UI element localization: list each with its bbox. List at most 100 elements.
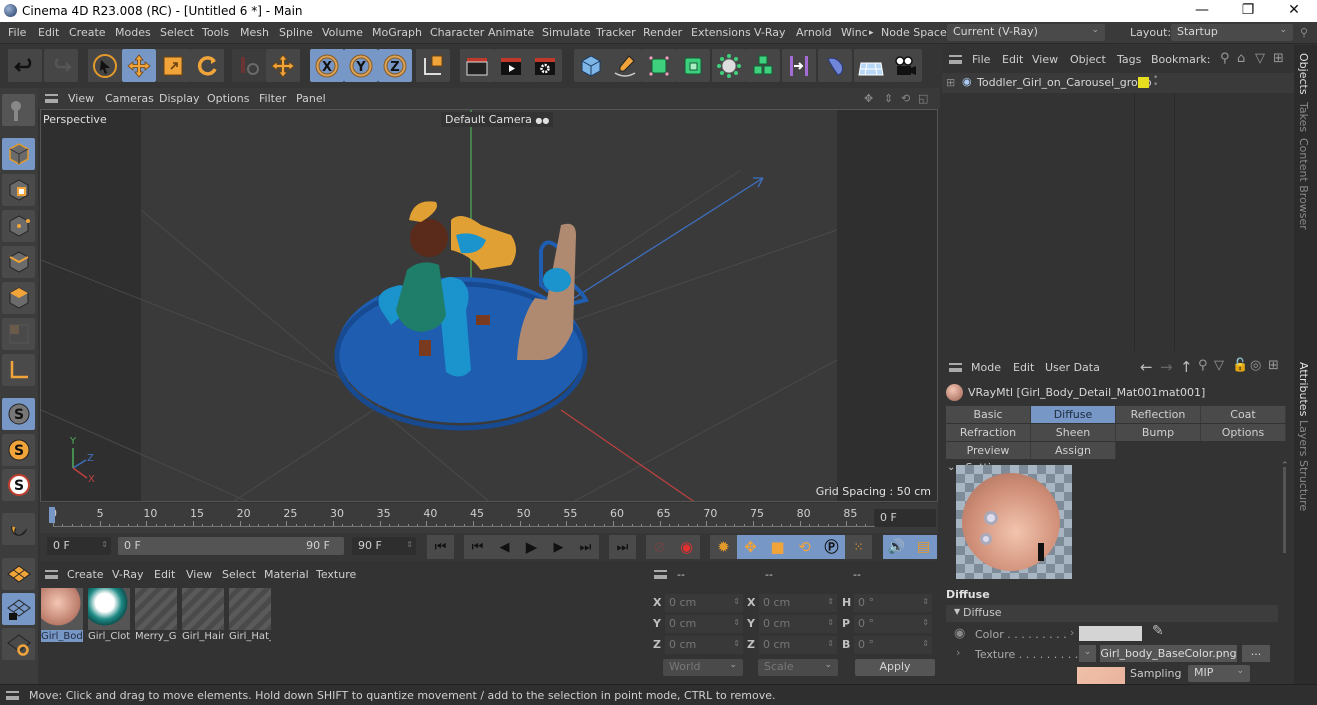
pen-button[interactable] <box>608 49 642 82</box>
attribute-scrollbar[interactable] <box>1283 467 1286 553</box>
previous-frame-button[interactable]: ◀ <box>491 535 518 559</box>
planar-workplane-button[interactable] <box>2 628 35 660</box>
coordinate-space-dropdown[interactable]: World ⌄ <box>663 659 743 676</box>
solo-off-button[interactable]: S <box>2 398 35 430</box>
object-menu-view[interactable]: View <box>1032 53 1058 66</box>
expand-color-icon[interactable]: › <box>1070 626 1074 639</box>
attribute-menu-icon[interactable] <box>949 363 962 372</box>
coord-value-field[interactable]: 0 cm ⇕ <box>665 615 743 633</box>
menu-edit[interactable]: Edit <box>38 26 59 39</box>
recent-tools-button[interactable] <box>232 49 266 82</box>
material-swatch-girl-clothes[interactable]: Girl_Clot <box>88 588 130 644</box>
play-button[interactable]: ▶ <box>518 535 545 559</box>
object-menu-tags[interactable]: Tags <box>1117 53 1141 66</box>
material-swatch-girl-hair[interactable]: Girl_Hair <box>182 588 224 644</box>
viewport-maximize-icon[interactable]: ◱ <box>918 92 928 105</box>
timeline-ruler[interactable]: 051015202530354045505560657075808590 0 F <box>40 503 938 533</box>
animate-param-icon[interactable]: ◉ <box>954 626 965 641</box>
material-menu-edit[interactable]: Edit <box>154 568 175 581</box>
coord-value-field[interactable]: 0 ° ⇕ <box>854 636 932 654</box>
coord-value-field[interactable]: 0 cm ⇕ <box>759 594 837 612</box>
move-tool-button[interactable] <box>122 49 156 82</box>
points-mode-button[interactable] <box>2 210 35 242</box>
tab-structure[interactable]: Structure <box>1297 460 1310 511</box>
model-mode-button[interactable] <box>2 138 35 170</box>
start-frame-field[interactable]: 0 F ⇕ <box>47 537 111 555</box>
viewport-menu-display[interactable]: Display <box>159 92 200 105</box>
search-icon[interactable]: ⚲ <box>1300 26 1308 39</box>
material-swatch-girl-hat[interactable]: Girl_Hat_ <box>229 588 271 644</box>
render-view-button[interactable] <box>460 49 494 82</box>
eyedropper-icon[interactable]: ✎ <box>1152 623 1164 639</box>
select-tool-button[interactable] <box>88 49 122 82</box>
viewport-menu-options[interactable]: Options <box>207 92 249 105</box>
render-settings-button[interactable] <box>528 49 562 82</box>
expand-icon[interactable]: ⊞ <box>946 76 955 89</box>
end-frame-field[interactable]: 90 F ⇕ <box>352 537 416 555</box>
key-parameter-button[interactable]: Ⓟ <box>818 535 845 559</box>
attribute-menu-mode[interactable]: Mode <box>971 361 1001 374</box>
coord-value-field[interactable]: 0 cm ⇕ <box>759 615 837 633</box>
color-swatch[interactable] <box>1079 626 1142 641</box>
undo-button[interactable] <box>8 49 42 82</box>
attribute-tab-preview-settings[interactable]: Preview Settings <box>946 442 1031 474</box>
coord-value-field[interactable]: 0 ° ⇕ <box>854 594 932 612</box>
menu-mograph[interactable]: MoGraph <box>372 26 422 39</box>
layer-color-swatch[interactable] <box>1138 77 1149 88</box>
apply-button[interactable]: Apply <box>855 659 935 676</box>
solo-single-button[interactable]: S <box>2 434 35 466</box>
coordinate-mode-dropdown[interactable]: Scale ⌄ <box>758 659 838 676</box>
new-window-icon[interactable]: ⊞ <box>1268 358 1279 373</box>
menu-select[interactable]: Select <box>160 26 194 39</box>
coord-value-field[interactable]: 0 cm ⇕ <box>665 594 743 612</box>
attribute-tab-assign[interactable]: Assign <box>1031 442 1116 459</box>
minimize-button[interactable]: — <box>1179 0 1225 22</box>
attribute-tab-sheen[interactable]: Sheen <box>1031 424 1116 441</box>
sampling-dropdown[interactable]: MIP ⌄ <box>1188 665 1250 682</box>
viewport-menu-cameras[interactable]: Cameras <box>105 92 154 105</box>
attribute-tab-reflection[interactable]: Reflection <box>1116 406 1201 423</box>
object-menu-bookmarks[interactable]: Bookmark: <box>1151 53 1210 66</box>
snap-button[interactable] <box>2 513 35 545</box>
search-icon[interactable]: ⚲ <box>1220 51 1230 66</box>
current-frame-field[interactable]: 0 F <box>874 509 936 527</box>
keyframe-selection-button[interactable]: ✹ <box>710 535 737 559</box>
coord-value-field[interactable]: 0 cm ⇕ <box>665 636 743 654</box>
subdivision-button[interactable] <box>642 49 676 82</box>
cube-button[interactable] <box>574 49 608 82</box>
filter-icon[interactable]: ▽ <box>1214 358 1224 373</box>
field-button[interactable] <box>818 49 852 82</box>
rotate-tool-button[interactable] <box>190 49 224 82</box>
target-icon[interactable]: ◎ <box>1250 358 1261 373</box>
menu-mesh[interactable]: Mesh <box>240 26 269 39</box>
menu-tracker[interactable]: Tracker <box>596 26 636 39</box>
next-key-button[interactable]: ⏭ <box>572 535 599 559</box>
workplane-button[interactable] <box>2 558 35 590</box>
attribute-tab-bump[interactable]: Bump <box>1116 424 1201 441</box>
attribute-tab-coat[interactable]: Coat <box>1201 406 1286 423</box>
viewport-pan-icon[interactable]: ✥ <box>864 92 873 105</box>
viewport-menu-filter[interactable]: Filter <box>259 92 286 105</box>
y-axis-lock-button[interactable]: Y <box>344 49 378 82</box>
timeline-dopesheet-button[interactable]: ▤ <box>910 535 937 559</box>
forward-arrow-icon[interactable]: → <box>1160 358 1173 376</box>
object-menu-object[interactable]: Object <box>1070 53 1106 66</box>
record-keys-button[interactable]: ⊘ <box>646 535 673 559</box>
x-axis-lock-button[interactable]: X <box>310 49 344 82</box>
tab-content-browser[interactable]: Content Browser <box>1297 138 1310 230</box>
timeline-playhead[interactable] <box>49 507 55 523</box>
sound-button[interactable]: 🔊 <box>883 535 910 559</box>
filter-icon[interactable]: ▽ <box>1255 51 1265 66</box>
viewport-zoom-icon[interactable]: ⇕ <box>884 92 893 105</box>
attribute-menu-user-data[interactable]: User Data <box>1045 361 1100 374</box>
material-menu-view[interactable]: View <box>186 568 212 581</box>
uv-mode-button[interactable] <box>2 318 35 350</box>
material-menu-material[interactable]: Material <box>264 568 309 581</box>
axis-mode-button[interactable] <box>2 354 35 386</box>
texture-dropdown-button[interactable]: ⌄ <box>1079 645 1096 662</box>
frame-range-slider[interactable]: 0 F 90 F <box>118 537 344 555</box>
menu-modes[interactable]: Modes <box>115 26 151 39</box>
material-menu-create[interactable]: Create <box>67 568 104 581</box>
key-scale-button[interactable]: ■ <box>764 535 791 559</box>
expand-texture-icon[interactable]: › <box>956 646 960 659</box>
